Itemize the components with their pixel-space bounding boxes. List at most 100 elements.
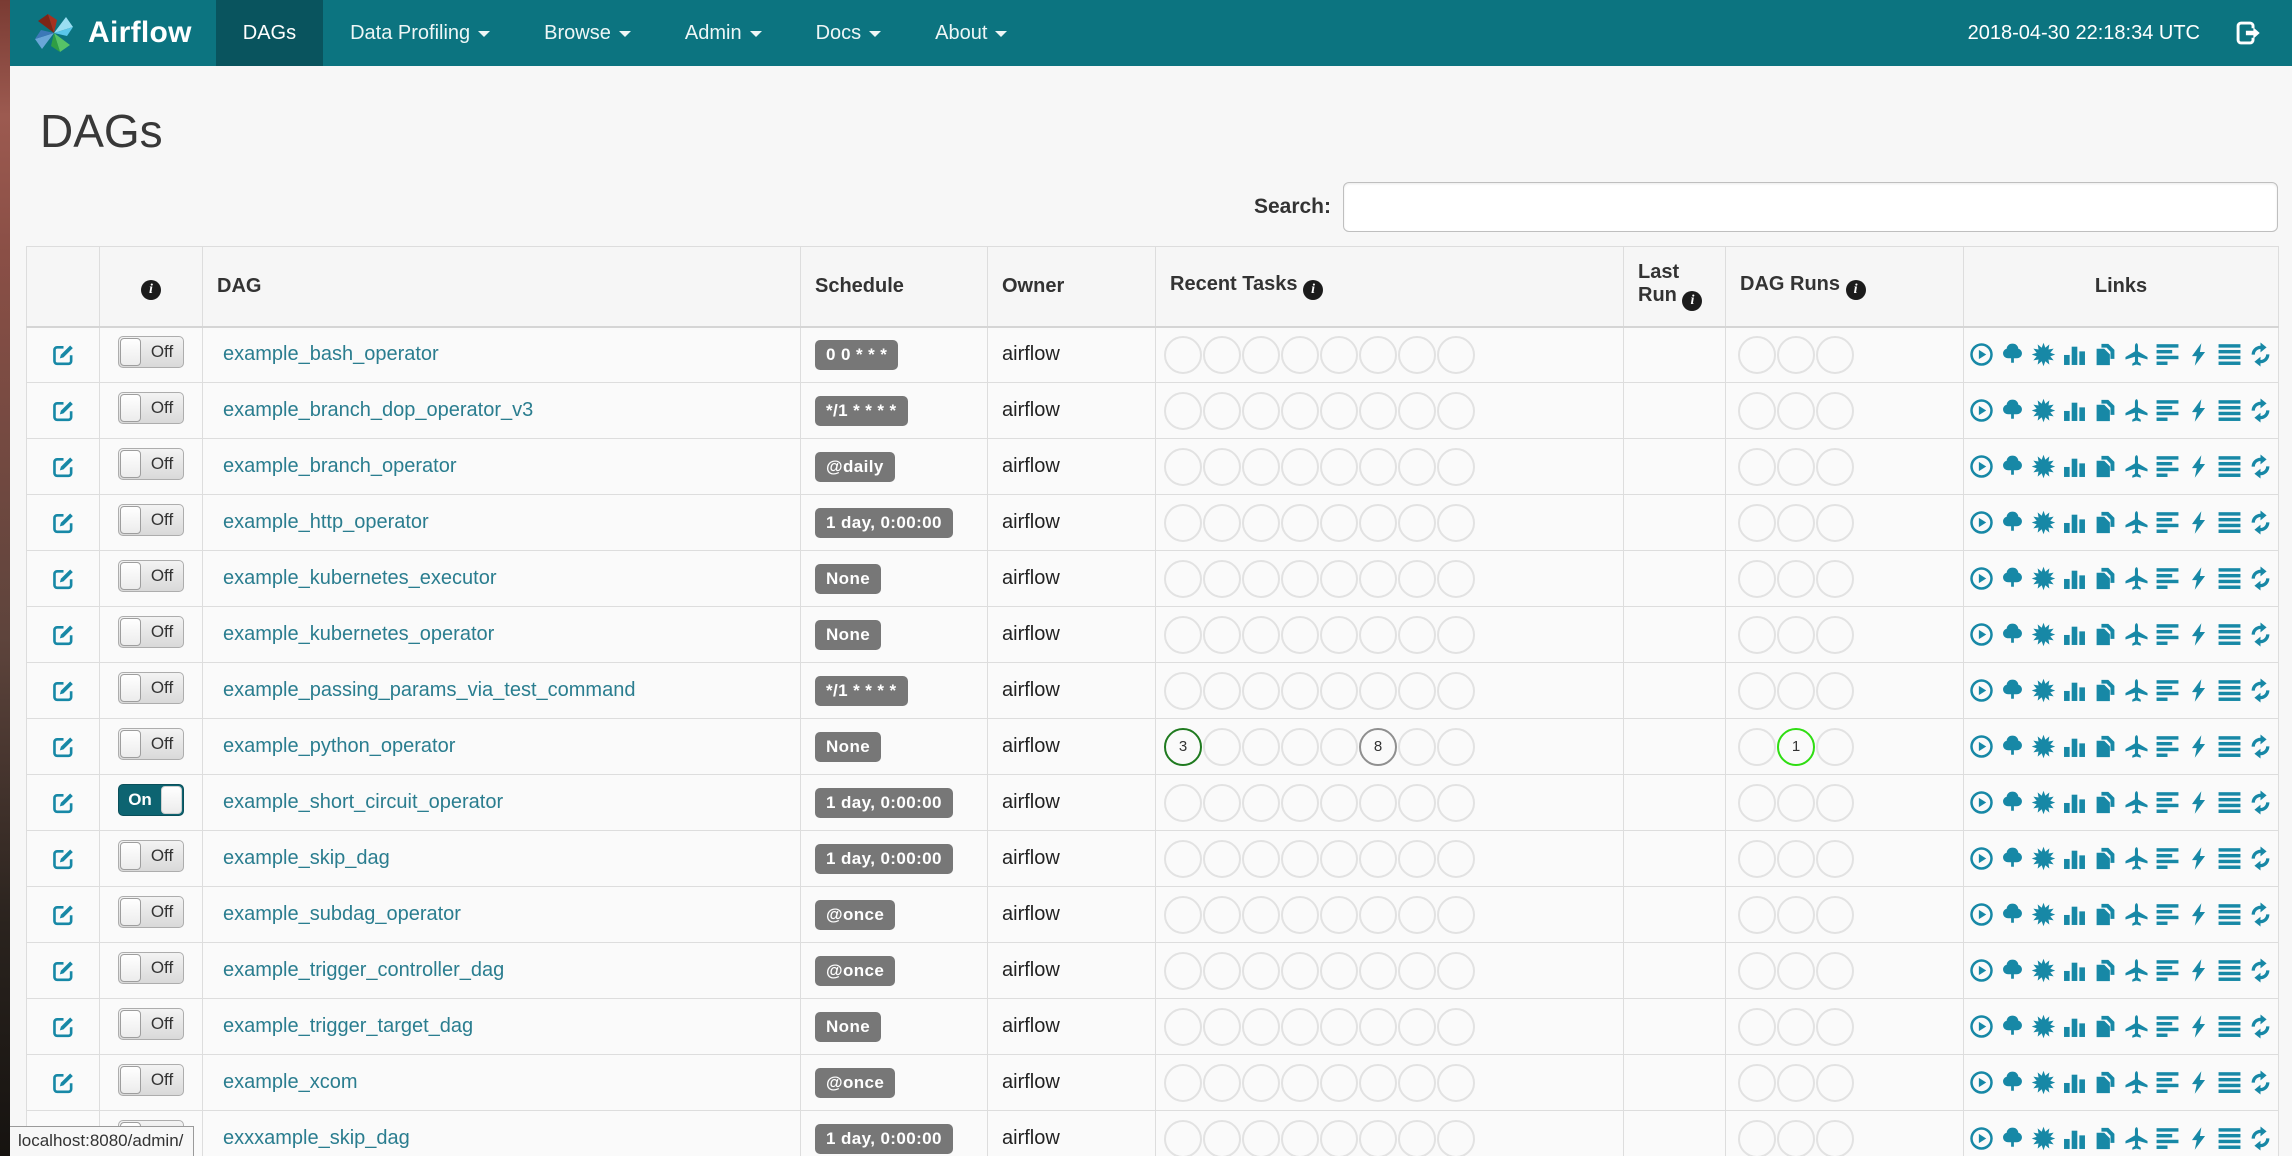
dag-pause-toggle[interactable]: Off [118,448,184,480]
task-state-circle[interactable] [1359,447,1397,486]
task-state-circle[interactable] [1281,335,1319,374]
task-state-circle[interactable] [1320,895,1358,934]
dag-link[interactable]: example_python_operator [223,735,455,757]
dag-pause-toggle[interactable]: Off [118,896,184,928]
dag-pause-toggle[interactable]: Off [118,560,184,592]
gantt-icon[interactable] [2155,342,2180,367]
task-state-circle[interactable] [1203,335,1241,374]
code-view-icon[interactable] [2186,1126,2211,1151]
logs-icon[interactable] [2217,342,2242,367]
dag-run-circle[interactable] [1738,391,1776,430]
tree-view-icon[interactable] [2000,1070,2025,1095]
task-state-circle[interactable] [1242,391,1280,430]
task-state-circle[interactable] [1164,839,1202,878]
dag-run-circle[interactable] [1738,783,1776,822]
dag-run-circle[interactable] [1777,447,1815,486]
landing-times-icon[interactable] [2124,622,2149,647]
task-state-circle[interactable] [1437,783,1475,822]
task-state-circle[interactable] [1203,615,1241,654]
edit-dag-icon[interactable] [51,906,76,923]
dag-run-circle[interactable] [1738,447,1776,486]
task-duration-icon[interactable] [2062,342,2087,367]
task-state-circle[interactable] [1437,503,1475,542]
task-state-circle[interactable] [1398,671,1436,710]
dag-link[interactable]: example_http_operator [223,511,429,533]
dag-pause-toggle[interactable]: Off [118,1064,184,1096]
refresh-icon[interactable] [2248,342,2273,367]
dag-link[interactable]: example_kubernetes_executor [223,567,497,589]
task-state-circle[interactable]: 8 [1359,727,1397,766]
code-view-icon[interactable] [2186,678,2211,703]
refresh-icon[interactable] [2248,902,2273,927]
task-state-circle[interactable] [1242,727,1280,766]
logs-icon[interactable] [2217,1070,2242,1095]
dag-link[interactable]: example_subdag_operator [223,903,461,925]
task-duration-icon[interactable] [2062,454,2087,479]
task-state-circle[interactable] [1359,783,1397,822]
nav-item-docs[interactable]: Docs [789,0,909,66]
task-state-circle[interactable] [1320,1063,1358,1102]
task-state-circle[interactable] [1320,727,1358,766]
task-state-circle[interactable] [1398,391,1436,430]
logs-icon[interactable] [2217,790,2242,815]
gantt-icon[interactable] [2155,958,2180,983]
logs-icon[interactable] [2217,398,2242,423]
logs-icon[interactable] [2217,678,2242,703]
task-state-circle[interactable] [1281,1119,1319,1156]
gantt-icon[interactable] [2155,1126,2180,1151]
task-tries-icon[interactable] [2093,398,2118,423]
dag-run-circle[interactable]: 1 [1777,727,1815,766]
dag-pause-toggle[interactable]: Off [118,336,184,369]
nav-item-admin[interactable]: Admin [658,0,789,66]
edit-dag-icon[interactable] [51,738,76,755]
task-state-circle[interactable] [1320,783,1358,822]
logout-icon[interactable] [2234,20,2262,46]
task-state-circle[interactable] [1281,727,1319,766]
task-state-circle[interactable] [1203,839,1241,878]
task-state-circle[interactable] [1398,1119,1436,1156]
nav-item-about[interactable]: About [908,0,1034,66]
edit-dag-icon[interactable] [51,570,76,587]
task-state-circle[interactable] [1242,1119,1280,1156]
task-state-circle[interactable] [1320,1119,1358,1156]
dag-link[interactable]: exxxample_skip_dag [223,1127,410,1149]
graph-view-icon[interactable] [2031,510,2056,535]
edit-dag-icon[interactable] [51,1074,76,1091]
refresh-icon[interactable] [2248,958,2273,983]
tree-view-icon[interactable] [2000,398,2025,423]
gantt-icon[interactable] [2155,622,2180,647]
dag-run-circle[interactable] [1816,559,1854,598]
landing-times-icon[interactable] [2124,398,2149,423]
dag-pause-toggle[interactable]: Off [118,504,184,536]
trigger-dag-icon[interactable] [1969,566,1994,591]
landing-times-icon[interactable] [2124,734,2149,759]
code-view-icon[interactable] [2186,342,2211,367]
task-state-circle[interactable] [1281,503,1319,542]
refresh-icon[interactable] [2248,566,2273,591]
nav-item-browse[interactable]: Browse [517,0,658,66]
task-state-circle[interactable] [1203,1063,1241,1102]
gantt-icon[interactable] [2155,902,2180,927]
dag-run-circle[interactable] [1738,503,1776,542]
dag-link[interactable]: example_passing_params_via_test_command [223,679,635,701]
tree-view-icon[interactable] [2000,902,2025,927]
task-state-circle[interactable] [1437,335,1475,374]
task-state-circle[interactable] [1242,615,1280,654]
refresh-icon[interactable] [2248,510,2273,535]
task-state-circle[interactable] [1359,671,1397,710]
task-state-circle[interactable] [1164,895,1202,934]
refresh-icon[interactable] [2248,846,2273,871]
dag-run-circle[interactable] [1738,1063,1776,1102]
task-state-circle[interactable] [1320,391,1358,430]
task-state-circle[interactable] [1203,895,1241,934]
task-state-circle[interactable] [1437,671,1475,710]
gantt-icon[interactable] [2155,566,2180,591]
task-tries-icon[interactable] [2093,790,2118,815]
dag-run-circle[interactable] [1777,895,1815,934]
edit-dag-icon[interactable] [51,402,76,419]
trigger-dag-icon[interactable] [1969,454,1994,479]
tree-view-icon[interactable] [2000,1014,2025,1039]
task-state-circle[interactable] [1242,895,1280,934]
task-state-circle[interactable] [1398,1063,1436,1102]
task-state-circle[interactable] [1437,1007,1475,1046]
